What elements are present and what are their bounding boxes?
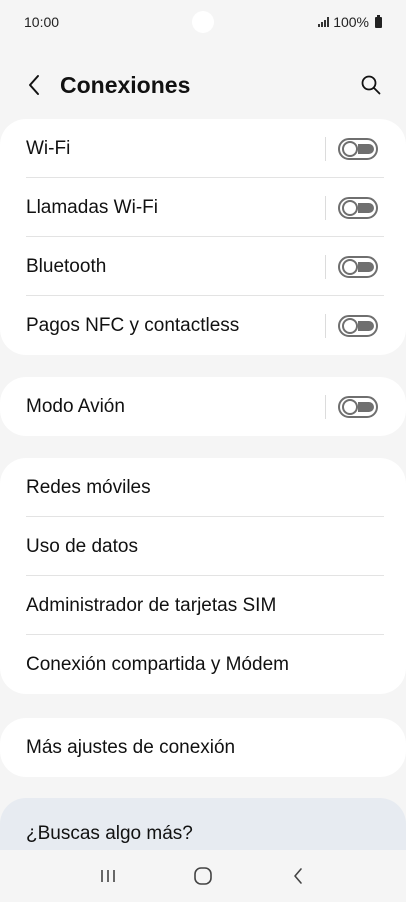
divider — [325, 254, 326, 279]
suggestions-title: ¿Buscas algo más? — [26, 823, 193, 844]
search-button[interactable] — [356, 70, 386, 100]
suggestions-card[interactable]: ¿Buscas algo más? — [0, 798, 406, 858]
back-button[interactable] — [20, 71, 48, 99]
chevron-left-icon — [29, 75, 39, 95]
front-camera — [192, 11, 214, 33]
network-settings-card: Redes móviles Uso de datos Administrador… — [0, 458, 406, 694]
home-icon — [194, 867, 212, 885]
tethering-row[interactable]: Conexión compartida y Módem — [0, 635, 406, 694]
search-icon — [361, 75, 381, 95]
row-label: Uso de datos — [26, 535, 138, 557]
back-icon — [294, 868, 303, 884]
bluetooth-row[interactable]: Bluetooth — [0, 237, 406, 296]
divider — [325, 394, 326, 419]
sim-manager-row[interactable]: Administrador de tarjetas SIM — [0, 576, 406, 635]
nfc-row[interactable]: Pagos NFC y contactless — [0, 296, 406, 355]
airplane-card: Modo Avión — [0, 377, 406, 436]
row-label: Llamadas Wi-Fi — [26, 196, 158, 218]
status-time: 10:00 — [24, 14, 60, 30]
row-label: Más ajustes de conexión — [26, 736, 236, 758]
wifi-calling-toggle[interactable] — [338, 196, 378, 219]
home-button[interactable] — [183, 861, 223, 891]
more-connection-settings-row[interactable]: Más ajustes de conexión — [0, 718, 406, 777]
data-usage-row[interactable]: Uso de datos — [0, 517, 406, 576]
row-label: Conexión compartida y Módem — [26, 653, 289, 675]
wifi-toggle[interactable] — [338, 137, 378, 160]
page-title: Conexiones — [60, 71, 191, 98]
battery-icon — [375, 14, 382, 28]
status-bar: 10:00 100% — [0, 0, 406, 44]
airplane-mode-row[interactable]: Modo Avión — [0, 377, 406, 436]
bluetooth-toggle[interactable] — [338, 255, 378, 278]
divider — [325, 313, 326, 338]
more-settings-card: Más ajustes de conexión — [0, 718, 406, 777]
nav-back-button[interactable] — [278, 861, 318, 891]
wifi-calling-row[interactable]: Llamadas Wi-Fi — [0, 178, 406, 237]
app-bar: Conexiones — [0, 60, 406, 110]
row-label: Redes móviles — [26, 476, 151, 498]
airplane-mode-toggle[interactable] — [338, 395, 378, 418]
connections-toggles-card: Wi-Fi Llamadas Wi-Fi Bluetooth Pagos NFC… — [0, 119, 406, 355]
row-label: Bluetooth — [26, 255, 107, 277]
battery-percent: 100% — [333, 14, 369, 30]
row-label: Wi-Fi — [26, 137, 71, 159]
divider — [325, 195, 326, 220]
nfc-toggle[interactable] — [338, 314, 378, 337]
row-label: Modo Avión — [26, 395, 125, 417]
wifi-row[interactable]: Wi-Fi — [0, 119, 406, 178]
row-label: Pagos NFC y contactless — [26, 314, 240, 336]
row-label: Administrador de tarjetas SIM — [26, 594, 277, 616]
signal-icon — [318, 17, 330, 27]
status-icons: 100% — [318, 14, 382, 30]
recent-apps-button[interactable] — [88, 861, 128, 891]
recent-apps-icon — [100, 870, 115, 882]
mobile-networks-row[interactable]: Redes móviles — [0, 458, 406, 517]
divider — [325, 136, 326, 161]
navigation-bar — [0, 850, 406, 902]
